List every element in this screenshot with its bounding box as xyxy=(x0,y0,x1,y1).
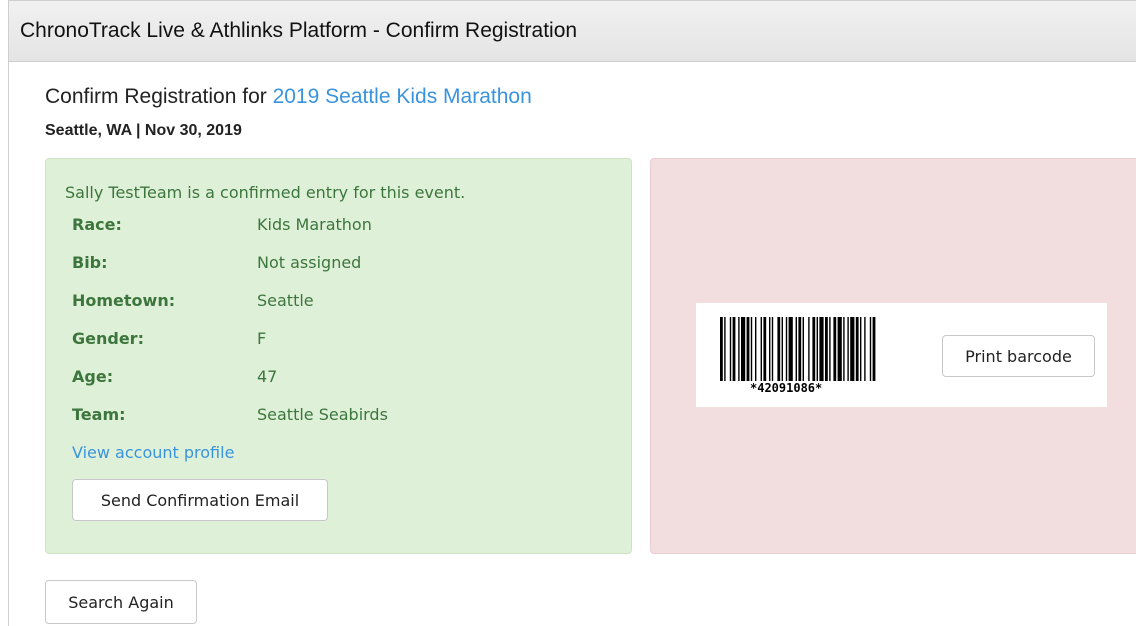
barcode-bar xyxy=(746,317,750,381)
field-label: Bib: xyxy=(72,253,108,272)
field-label: Race: xyxy=(72,215,122,234)
barcode-bar xyxy=(738,317,740,381)
barcode-bar xyxy=(755,317,757,381)
barcode-bar xyxy=(769,317,771,381)
barcode-bar xyxy=(781,317,783,381)
barcode-bar xyxy=(724,317,726,381)
barcode-bar xyxy=(785,317,788,381)
field-value: Seattle Seabirds xyxy=(257,405,388,424)
field-value: 47 xyxy=(257,367,278,386)
barcode-bar xyxy=(825,317,828,381)
search-again-button[interactable]: Search Again xyxy=(45,580,197,624)
window-title: ChronoTrack Live & Athlinks Platform - C… xyxy=(20,19,578,42)
barcode-card: *42091086* Print barcode xyxy=(696,303,1107,407)
confirmation-message: Sally TestTeam is a confirmed entry for … xyxy=(65,183,466,202)
field-value: Kids Marathon xyxy=(257,215,372,234)
field-label: Age: xyxy=(72,367,114,386)
event-name-link[interactable]: 2019 Seattle Kids Marathon xyxy=(273,85,532,108)
barcode-image xyxy=(720,317,876,381)
field-value: F xyxy=(257,329,267,348)
barcode-bar xyxy=(763,317,767,381)
send-confirmation-email-button[interactable]: Send Confirmation Email xyxy=(72,479,328,521)
barcode-panel: *42091086* Print barcode xyxy=(650,158,1136,554)
confirmation-panel: Sally TestTeam is a confirmed entry for … xyxy=(45,158,632,554)
barcode-bar xyxy=(837,317,842,381)
title-bar: ChronoTrack Live & Athlinks Platform - C… xyxy=(9,1,1136,62)
page-title-prefix: Confirm Registration for xyxy=(45,85,273,108)
barcode-bar xyxy=(808,317,810,381)
barcode-bar xyxy=(750,317,753,381)
barcode-bar xyxy=(771,317,774,381)
app-window: ChronoTrack Live & Athlinks Platform - C… xyxy=(8,0,1136,626)
barcode-bar xyxy=(729,317,732,381)
barcode-bar xyxy=(829,317,831,381)
barcode-bar xyxy=(872,317,876,381)
barcode-bar xyxy=(847,317,849,381)
view-account-profile-link[interactable]: View account profile xyxy=(72,443,234,462)
barcode-bar xyxy=(864,317,866,381)
barcode-bar xyxy=(741,317,746,381)
field-value: Not assigned xyxy=(257,253,362,272)
barcode-bar xyxy=(732,317,736,381)
barcode-bar xyxy=(860,317,862,381)
barcode-bar xyxy=(869,317,872,381)
barcode-bar xyxy=(843,317,845,381)
barcode-bar xyxy=(816,317,818,381)
barcode-bar xyxy=(760,317,762,381)
barcode-bar xyxy=(720,317,723,381)
barcode-bar xyxy=(795,317,797,381)
page-title: Confirm Registration for 2019 Seattle Ki… xyxy=(45,85,532,109)
field-label: Hometown: xyxy=(72,291,176,310)
print-barcode-button[interactable]: Print barcode xyxy=(942,335,1095,377)
event-location-date: Seattle, WA | Nov 30, 2019 xyxy=(45,122,242,139)
barcode-bar xyxy=(798,317,802,381)
field-label: Team: xyxy=(72,405,126,424)
barcode-number: *42091086* xyxy=(750,381,823,395)
barcode-bar xyxy=(812,317,816,381)
barcode-bar xyxy=(833,317,837,381)
barcode-bar xyxy=(788,317,793,381)
barcode-bar xyxy=(777,317,781,381)
barcode-bar xyxy=(850,317,855,381)
barcode-bar xyxy=(855,317,859,381)
field-label: Gender: xyxy=(72,329,144,348)
barcode-bar xyxy=(819,317,824,381)
barcode-bar xyxy=(802,317,804,381)
field-value: Seattle xyxy=(257,291,314,310)
